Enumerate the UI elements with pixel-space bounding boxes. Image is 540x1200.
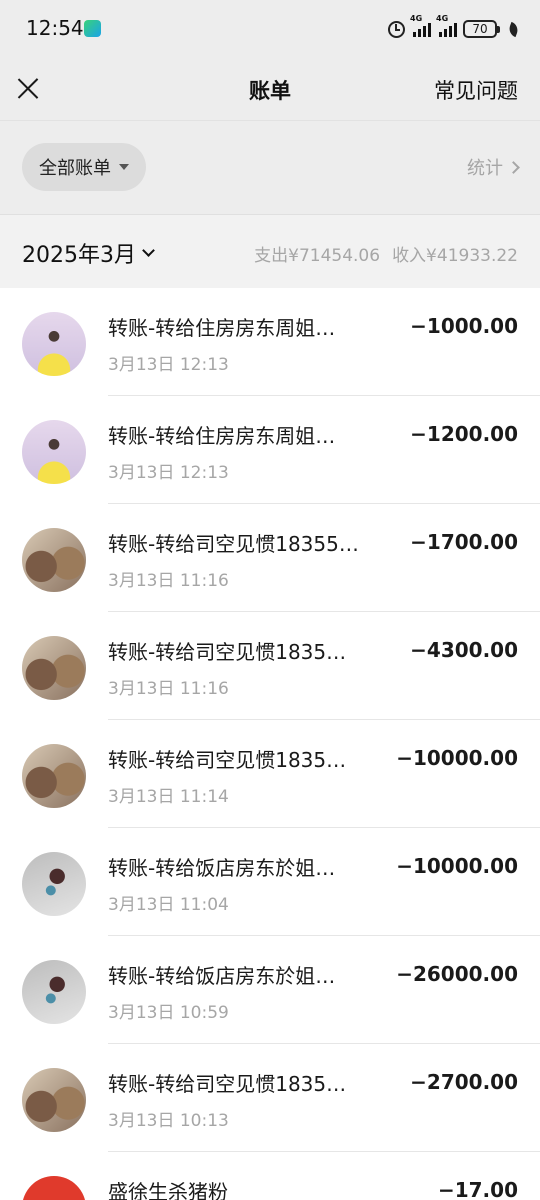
power-saving-icon [507,21,520,37]
caret-down-icon [119,164,129,170]
transaction-row[interactable]: 转账-转给饭店房东於姐… 3月13日 11:04 −10000.00 [0,828,540,936]
month-label: 2025年3月 [22,243,136,268]
signal-icon-1: 4G [410,14,431,37]
transaction-time: 3月13日 11:14 [108,787,229,807]
transaction-time: 3月13日 12:13 [108,355,229,375]
avatar [22,312,86,376]
network-type-1: 4G [410,14,423,23]
bill-type-label: 全部账单 [39,158,111,179]
transaction-row[interactable]: 盛徐生杀猪粉 −17.00 [0,1152,540,1200]
transaction-list: 转账-转给住房房东周姐… 3月13日 12:13 −1000.00 转账-转给住… [0,288,540,1200]
status-time: 12:54 [26,16,84,40]
stats-label: 统计 [467,158,503,179]
transaction-title: 转账-转给饭店房东於姐… [108,964,336,988]
avatar [22,636,86,700]
transaction-title: 转账-转给司空见惯1835… [108,748,347,772]
month-selector[interactable]: 2025年3月 [22,237,155,269]
avatar [22,528,86,592]
avatar [22,420,86,484]
income-total: 收入¥41933.22 [392,246,518,266]
bill-type-filter[interactable]: 全部账单 [22,143,146,191]
transaction-amount: −2700.00 [410,1070,518,1094]
battery-icon: 70 [463,20,500,38]
transaction-time: 3月13日 11:16 [108,679,229,699]
transaction-row[interactable]: 转账-转给住房房东周姐… 3月13日 12:13 −1000.00 [0,288,540,396]
expense-total: 支出¥71454.06 [254,246,381,266]
transaction-row[interactable]: 转账-转给司空见惯1835… 3月13日 11:16 −4300.00 [0,612,540,720]
transaction-time: 3月13日 11:04 [108,895,229,915]
transaction-row[interactable]: 转账-转给饭店房东於姐… 3月13日 10:59 −26000.00 [0,936,540,1044]
transaction-time: 3月13日 10:13 [108,1111,229,1131]
transaction-title: 转账-转给住房房东周姐… [108,316,336,340]
transaction-row[interactable]: 转账-转给司空见惯1835… 3月13日 11:14 −10000.00 [0,720,540,828]
month-summary-bar: 2025年3月 支出¥71454.06 收入¥41933.22 [0,214,540,288]
month-totals: 支出¥71454.06 收入¥41933.22 [254,241,518,266]
avatar [22,852,86,916]
transaction-title: 盛徐生杀猪粉 [108,1180,228,1200]
status-indicators: 4G 4G 70 [388,14,520,41]
transaction-title: 转账-转给司空见惯1835… [108,640,347,664]
app-notification-icon [84,20,101,37]
transaction-amount: −1700.00 [410,530,518,554]
transaction-title: 转账-转给饭店房东於姐… [108,856,336,880]
transaction-time: 3月13日 12:13 [108,463,229,483]
transaction-amount: −10000.00 [396,854,518,878]
signal-icon-2: 4G [436,14,457,37]
avatar [22,1068,86,1132]
transaction-amount: −1000.00 [410,314,518,338]
nav-bar: 账单 常见问题 [0,58,540,120]
alarm-icon [388,20,405,38]
filter-bar: 全部账单 统计 [0,120,540,214]
status-bar: 12:54 4G 4G 70 [0,0,540,58]
transaction-amount: −4300.00 [410,638,518,662]
transaction-row[interactable]: 转账-转给司空见惯18355… 3月13日 11:16 −1700.00 [0,504,540,612]
transaction-amount: −26000.00 [396,962,518,986]
network-type-2: 4G [436,14,449,23]
transaction-amount: −1200.00 [410,422,518,446]
transaction-title: 转账-转给住房房东周姐… [108,424,336,448]
chevron-down-icon [142,244,155,257]
transaction-row[interactable]: 转账-转给住房房东周姐… 3月13日 12:13 −1200.00 [0,396,540,504]
transaction-title: 转账-转给司空见惯1835… [108,1072,347,1096]
avatar [22,960,86,1024]
transaction-time: 3月13日 11:16 [108,571,229,591]
chevron-right-icon [507,160,520,174]
faq-link[interactable]: 常见问题 [434,75,518,105]
transaction-amount: −10000.00 [396,746,518,770]
avatar [22,1176,86,1200]
avatar [22,744,86,808]
transaction-row[interactable]: 转账-转给司空见惯1835… 3月13日 10:13 −2700.00 [0,1044,540,1152]
transaction-amount: −17.00 [437,1178,518,1200]
transaction-time: 3月13日 10:59 [108,1003,229,1023]
transaction-title: 转账-转给司空见惯18355… [108,532,359,556]
stats-link[interactable]: 统计 [467,154,520,180]
